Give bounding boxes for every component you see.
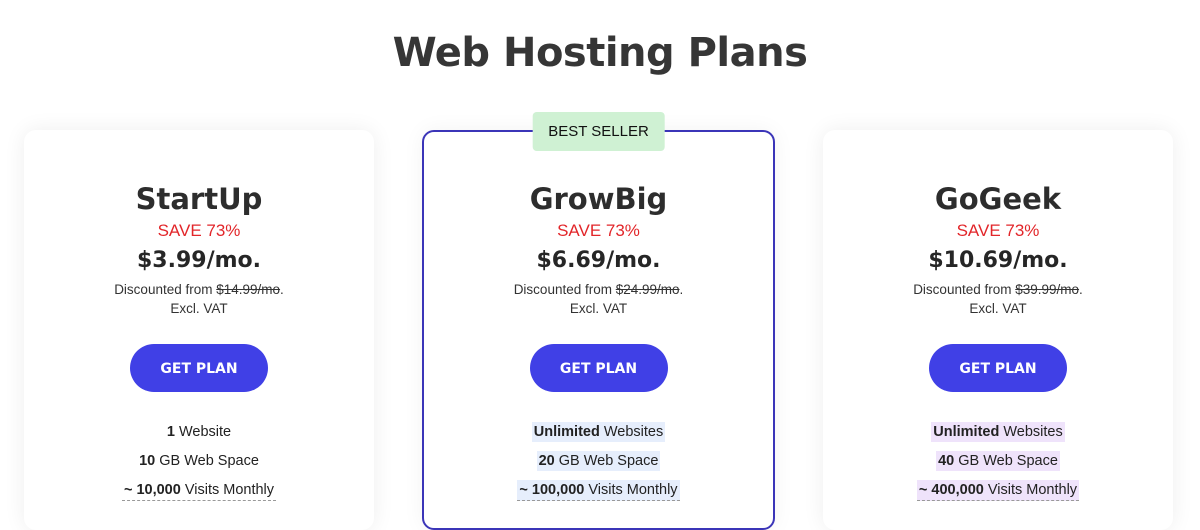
feature-text: Visits Monthly: [180, 482, 275, 498]
feature-text: GB Web Space: [554, 453, 659, 469]
feature-item-tooltip[interactable]: ~ 400,000 Visits Monthly: [823, 476, 1173, 505]
feature-text: GB Web Space: [155, 453, 259, 469]
plan-card-growbig: BEST SELLER GrowBig SAVE 73% $6.69/mo. D…: [422, 112, 775, 530]
discount-suffix: .: [679, 282, 684, 297]
plan-card-startup: StartUp SAVE 73% $3.99/mo. Discounted fr…: [24, 130, 374, 530]
feature-value: ~ 100,000: [519, 482, 585, 498]
best-seller-badge: BEST SELLER: [532, 112, 665, 151]
plan-price: $3.99/mo.: [136, 248, 262, 273]
plan-name: GrowBig: [529, 182, 668, 216]
original-price: $24.99/mo: [615, 282, 680, 297]
feature-value: Unlimited: [533, 424, 600, 440]
save-label: SAVE 73%: [956, 221, 1040, 240]
feature-item: Unlimited Websites: [823, 418, 1173, 447]
feature-value: 20: [538, 453, 555, 469]
get-plan-button[interactable]: GET PLAN: [929, 344, 1067, 392]
feature-value: 1: [166, 424, 175, 440]
feature-text: Websites: [999, 424, 1063, 440]
discount-note: Discounted from $14.99/mo.: [24, 280, 374, 299]
feature-value: ~ 10,000: [123, 482, 181, 498]
get-plan-button[interactable]: GET PLAN: [529, 344, 668, 392]
feature-item: 20 GB Web Space: [424, 447, 773, 476]
feature-text: GB Web Space: [954, 453, 1058, 469]
vat-note: Excl. VAT: [969, 301, 1027, 316]
page-title: Web Hosting Plans: [392, 30, 808, 76]
discount-suffix: .: [280, 282, 284, 297]
plan-name: GoGeek: [934, 182, 1062, 216]
plan-price: $10.69/mo.: [928, 248, 1068, 273]
feature-item: 40 GB Web Space: [823, 447, 1173, 476]
feature-item: 10 GB Web Space: [24, 447, 374, 476]
get-plan-button[interactable]: GET PLAN: [130, 344, 268, 392]
discount-note: Discounted from $24.99/mo.: [424, 280, 773, 299]
feature-item-tooltip[interactable]: ~ 10,000 Visits Monthly: [24, 476, 374, 505]
feature-text: Visits Monthly: [584, 482, 678, 498]
feature-value: 40: [938, 453, 955, 469]
vat-note: Excl. VAT: [569, 301, 628, 316]
feature-value: ~ 400,000: [918, 482, 984, 498]
plan-card-gogeek: GoGeek SAVE 73% $10.69/mo. Discounted fr…: [823, 130, 1173, 530]
feature-value: Unlimited: [933, 424, 1000, 440]
discount-prefix: Discounted from: [513, 282, 612, 297]
plan-name: StartUp: [135, 182, 263, 216]
feature-value: 10: [139, 453, 156, 469]
save-label: SAVE 73%: [557, 221, 640, 240]
plan-price: $6.69/mo.: [536, 248, 661, 273]
feature-list: Unlimited Websites 20 GB Web Space ~ 100…: [424, 418, 773, 505]
save-label: SAVE 73%: [157, 221, 241, 240]
original-price: $39.99/mo: [1015, 282, 1080, 297]
discount-suffix: .: [1079, 282, 1083, 297]
vat-note: Excl. VAT: [170, 301, 228, 316]
feature-item: 1 Website: [24, 418, 374, 447]
feature-item-tooltip[interactable]: ~ 100,000 Visits Monthly: [424, 476, 773, 505]
discount-note: Discounted from $39.99/mo.: [823, 280, 1173, 299]
discount-prefix: Discounted from: [913, 282, 1012, 297]
discount-prefix: Discounted from: [114, 282, 213, 297]
feature-list: 1 Website 10 GB Web Space ~ 10,000 Visit…: [24, 418, 374, 505]
original-price: $14.99/mo: [216, 282, 281, 297]
feature-list: Unlimited Websites 40 GB Web Space ~ 400…: [823, 418, 1173, 505]
feature-text: Visits Monthly: [983, 482, 1078, 498]
feature-text: Website: [174, 424, 232, 440]
feature-item: Unlimited Websites: [424, 418, 773, 447]
feature-text: Websites: [599, 424, 664, 440]
